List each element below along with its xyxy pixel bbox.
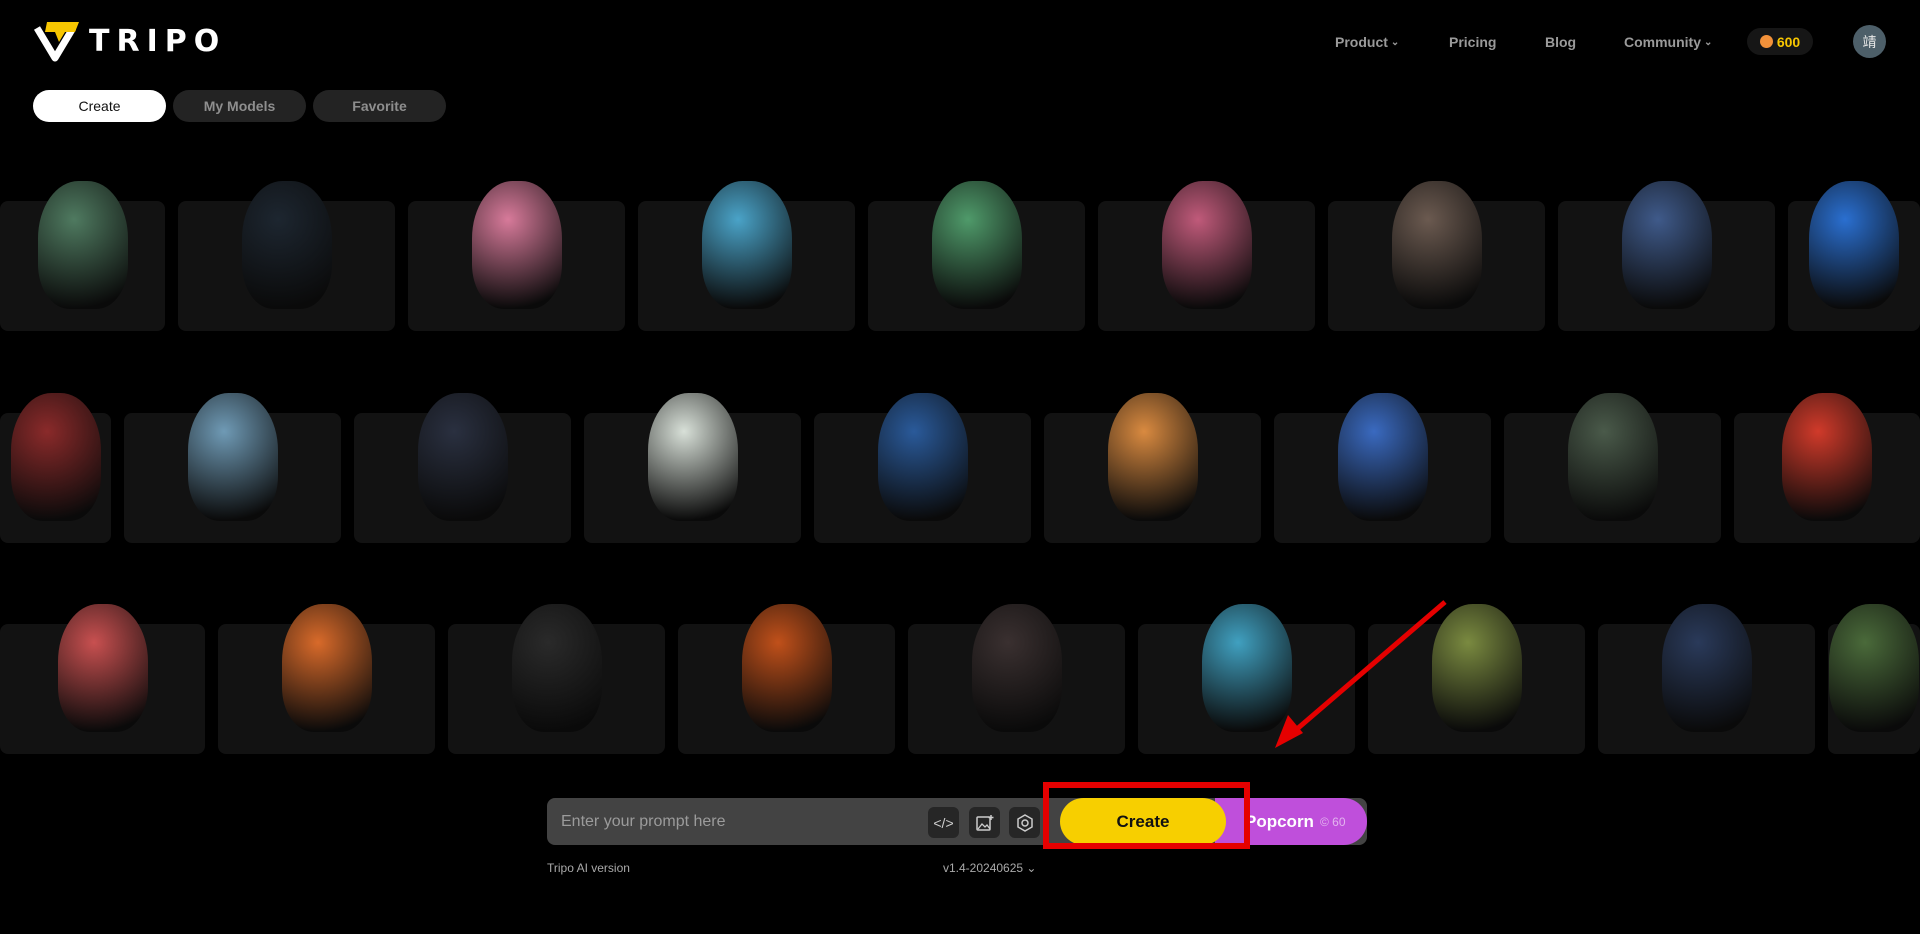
- annotation-arrow: [1275, 600, 1447, 748]
